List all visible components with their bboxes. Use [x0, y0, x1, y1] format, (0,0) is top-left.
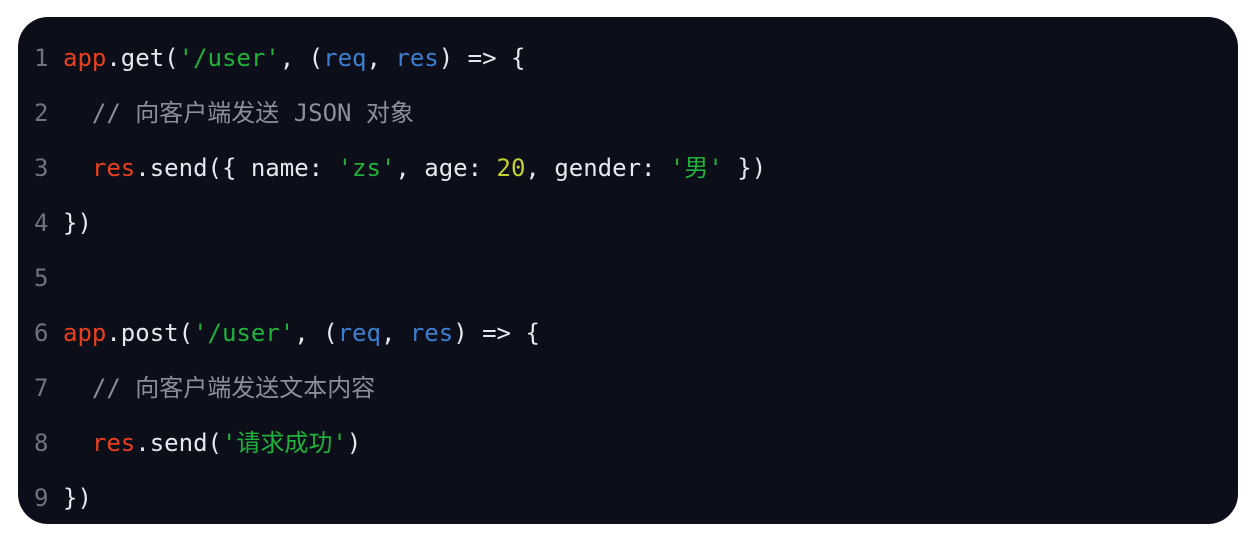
line-number: 1 [34, 44, 49, 72]
code-token: , ( [294, 319, 338, 347]
code-line: 4}) [18, 196, 1238, 251]
code-token: }) [722, 154, 767, 182]
line-number: 8 [34, 429, 49, 457]
code-token: '/user' [193, 319, 295, 347]
code-token: res [409, 319, 454, 347]
code-token: 20 [496, 154, 526, 182]
code-token: }) [63, 484, 92, 512]
line-number: 5 [34, 264, 49, 292]
line-number: 9 [34, 484, 49, 512]
code-token: ) [346, 429, 362, 457]
code-token: ) => { [438, 44, 526, 72]
line-content: app.post('/user', (req, res) => { [63, 306, 540, 361]
code-token: req [323, 44, 367, 72]
code-token: , [366, 44, 396, 72]
line-number: 7 [34, 374, 49, 402]
code-token: , ( [279, 44, 324, 72]
code-token: 'zs' [337, 154, 396, 182]
code-token: }) [63, 209, 92, 237]
code-line: 8 res.send('请求成功') [18, 416, 1238, 471]
code-token: ) => { [453, 319, 540, 347]
code-token: '男' [669, 154, 723, 182]
code-line: 1 app.get('/user', (req, res) => { [18, 31, 1238, 86]
line-content: res.send({ name: 'zs', age: 20, gender: … [63, 141, 766, 196]
code-token: app [63, 319, 107, 347]
line-content: }) [63, 471, 92, 524]
code-line: 2 // 向客户端发送 JSON 对象 [18, 86, 1238, 141]
code-token: .post( [106, 319, 194, 347]
code-token: '请求成功' [221, 429, 347, 457]
line-number: 4 [34, 209, 49, 237]
code-block: 1 app.get('/user', (req, res) => {2 // 向客… [18, 17, 1238, 524]
code-token: .send({ name: [135, 154, 338, 182]
code-line: 7 // 向客户端发送文本内容 [18, 361, 1238, 416]
line-number: 6 [34, 319, 49, 347]
code-line: 3 res.send({ name: 'zs', age: 20, gender… [18, 141, 1238, 196]
code-token: , gender: [525, 154, 670, 182]
code-lines: 1 app.get('/user', (req, res) => {2 // 向客… [18, 31, 1238, 524]
code-line: 9}) [18, 471, 1238, 524]
code-token: res [395, 44, 439, 72]
code-token: , age: [395, 154, 497, 182]
code-token: // 向客户端发送文本内容 [63, 374, 376, 402]
line-content: // 向客户端发送文本内容 [63, 361, 375, 416]
code-token: app [63, 44, 107, 72]
code-token: req [337, 319, 381, 347]
code-token: res [91, 429, 136, 457]
code-token: .get( [106, 44, 179, 72]
code-token: '/user' [178, 44, 280, 72]
code-line: 6 app.post('/user', (req, res) => { [18, 306, 1238, 361]
code-token: .send( [135, 429, 222, 457]
line-content: // 向客户端发送 JSON 对象 [63, 86, 414, 141]
code-token: , [380, 319, 410, 347]
code-token: res [91, 154, 136, 182]
line-content: res.send('请求成功') [63, 416, 361, 471]
code-line: 5 [18, 251, 1238, 306]
line-content: app.get('/user', (req, res) => { [63, 31, 525, 86]
line-number: 3 [34, 154, 49, 182]
line-content: }) [63, 196, 92, 251]
line-number: 2 [34, 99, 49, 127]
code-token: // 向客户端发送 JSON 对象 [63, 99, 414, 127]
